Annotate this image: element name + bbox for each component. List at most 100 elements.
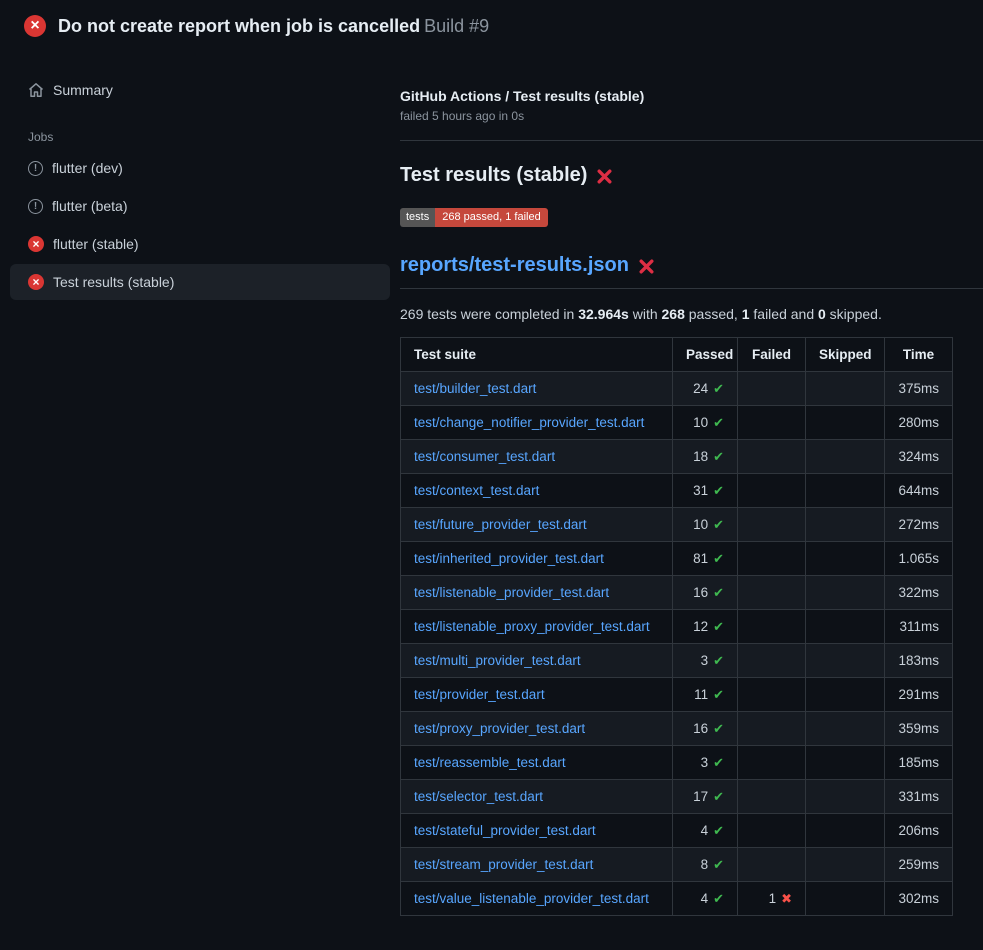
passed-cell: 17✔ [673,780,738,814]
passed-count: 17 [693,789,708,804]
test-suite-link[interactable]: test/change_notifier_provider_test.dart [414,415,644,430]
section-title: Test results (stable) [400,164,983,187]
table-row: test/builder_test.dart 24✔ ✖ 375ms [401,372,953,406]
suite-cell: test/reassemble_test.dart [401,746,673,780]
test-suite-link[interactable]: test/selector_test.dart [414,789,543,804]
passed-cell: 12✔ [673,610,738,644]
test-suite-link[interactable]: test/listenable_provider_test.dart [414,585,609,600]
table-body: test/builder_test.dart 24 ✔ ✖ 375ms test/… [401,372,953,916]
test-suite-link[interactable]: test/builder_test.dart [414,381,536,396]
x-circle-icon: × [24,15,46,37]
passed-cell: 4✔ [673,882,738,916]
check-icon: ✔ [713,551,724,566]
table-row: test/value_listenable_provider_test.dart… [401,882,953,916]
failed-cell: ✖ [738,406,806,440]
test-suite-link[interactable]: test/listenable_proxy_provider_test.dart [414,619,650,634]
breadcrumb: GitHub Actions / Test results (stable) [400,88,983,104]
skipped-cell [806,542,885,576]
passed-cell: 31✔ [673,474,738,508]
passed-count: 81 [693,551,708,566]
skipped-cell [806,508,885,542]
skipped-cell [806,644,885,678]
failed-cell: ✖ [738,848,806,882]
table-row: test/provider_test.dart 11✔ ✖ 291ms [401,678,953,712]
passed-cell: 11✔ [673,678,738,712]
test-suite-link[interactable]: test/reassemble_test.dart [414,755,566,770]
skipped-cell [806,814,885,848]
summary-skipped-count: 0 [818,306,826,322]
col-header-test-suite: Test suite [401,338,673,372]
time-cell: 324ms [885,440,953,474]
table-row: test/stateful_provider_test.dart 4✔ ✖ 20… [401,814,953,848]
suite-cell: test/builder_test.dart [401,372,673,406]
passed-cell: 16✔ [673,712,738,746]
test-suite-link[interactable]: test/context_test.dart [414,483,539,498]
test-suite-link[interactable]: test/consumer_test.dart [414,449,555,464]
check-icon: ✔ [713,415,724,430]
failed-cell: ✖ [738,780,806,814]
failed-cell: ✖ [738,440,806,474]
sidebar-item-flutter-dev[interactable]: ! flutter (dev) [10,150,390,186]
table-row: test/future_provider_test.dart 10✔ ✖ 272… [401,508,953,542]
cross-icon: ✖ [781,891,792,906]
summary-text: with [629,306,662,322]
tests-badge: tests 268 passed, 1 failed [400,208,548,227]
failed-cell: ✖ [738,814,806,848]
sidebar-item-flutter-stable[interactable]: × flutter (stable) [10,226,390,262]
time-value: 185ms [898,755,939,770]
check-icon: ✔ [713,823,724,838]
sidebar: Summary Jobs ! flutter (dev) ! flutter (… [0,52,400,302]
summary-passed-count: 268 [662,306,685,322]
test-suite-link[interactable]: test/stateful_provider_test.dart [414,823,596,838]
col-header-skipped: Skipped [806,338,885,372]
failed-cell: ✖ [738,610,806,644]
sidebar-item-flutter-beta[interactable]: ! flutter (beta) [10,188,390,224]
time-value: 183ms [898,653,939,668]
divider [400,140,983,141]
test-suite-link[interactable]: test/value_listenable_provider_test.dart [414,891,649,906]
test-suite-link[interactable]: test/future_provider_test.dart [414,517,587,532]
time-cell: 311ms [885,610,953,644]
table-row: test/change_notifier_provider_test.dart … [401,406,953,440]
section-title-text: Test results (stable) [400,164,587,187]
test-suite-link[interactable]: test/multi_provider_test.dart [414,653,581,668]
check-icon: ✔ [713,755,724,770]
passed-cell: 16✔ [673,576,738,610]
time-cell: 291ms [885,678,953,712]
table-row: test/multi_provider_test.dart 3✔ ✖ 183ms [401,644,953,678]
time-cell: 206ms [885,814,953,848]
time-value: 311ms [899,619,939,634]
time-value: 375ms [898,381,939,396]
time-cell: 1.065s [885,542,953,576]
report-link[interactable]: reports/test-results.json [400,254,629,277]
skipped-cell [806,848,885,882]
home-icon [28,82,44,98]
test-suite-link[interactable]: test/proxy_provider_test.dart [414,721,585,736]
suite-cell: test/context_test.dart [401,474,673,508]
table-row: test/listenable_proxy_provider_test.dart… [401,610,953,644]
table-header-row: Test suite Passed Failed Skipped Time [401,338,953,372]
check-icon: ✔ [713,381,724,396]
time-cell: 272ms [885,508,953,542]
test-suite-link[interactable]: test/provider_test.dart [414,687,545,702]
passed-count: 24 [693,381,708,396]
failed-cell: ✖ [738,746,806,780]
main-content: GitHub Actions / Test results (stable) f… [400,52,983,916]
failed-cell: ✖ [738,644,806,678]
suite-cell: test/listenable_proxy_provider_test.dart [401,610,673,644]
time-value: 331ms [898,789,939,804]
suite-cell: test/selector_test.dart [401,780,673,814]
badge-value: 268 passed, 1 failed [435,208,547,227]
suite-cell: test/stream_provider_test.dart [401,848,673,882]
test-suite-link[interactable]: test/inherited_provider_test.dart [414,551,604,566]
check-icon: ✔ [713,891,724,906]
summary-text: skipped. [826,306,882,322]
suite-cell: test/consumer_test.dart [401,440,673,474]
sidebar-item-test-results-stable[interactable]: × Test results (stable) [10,264,390,300]
passed-cell: 10✔ [673,406,738,440]
sidebar-item-summary[interactable]: Summary [10,72,390,108]
skipped-cell [806,406,885,440]
test-suite-link[interactable]: test/stream_provider_test.dart [414,857,593,872]
cross-mark-icon [596,168,613,185]
check-icon: ✔ [713,619,724,634]
